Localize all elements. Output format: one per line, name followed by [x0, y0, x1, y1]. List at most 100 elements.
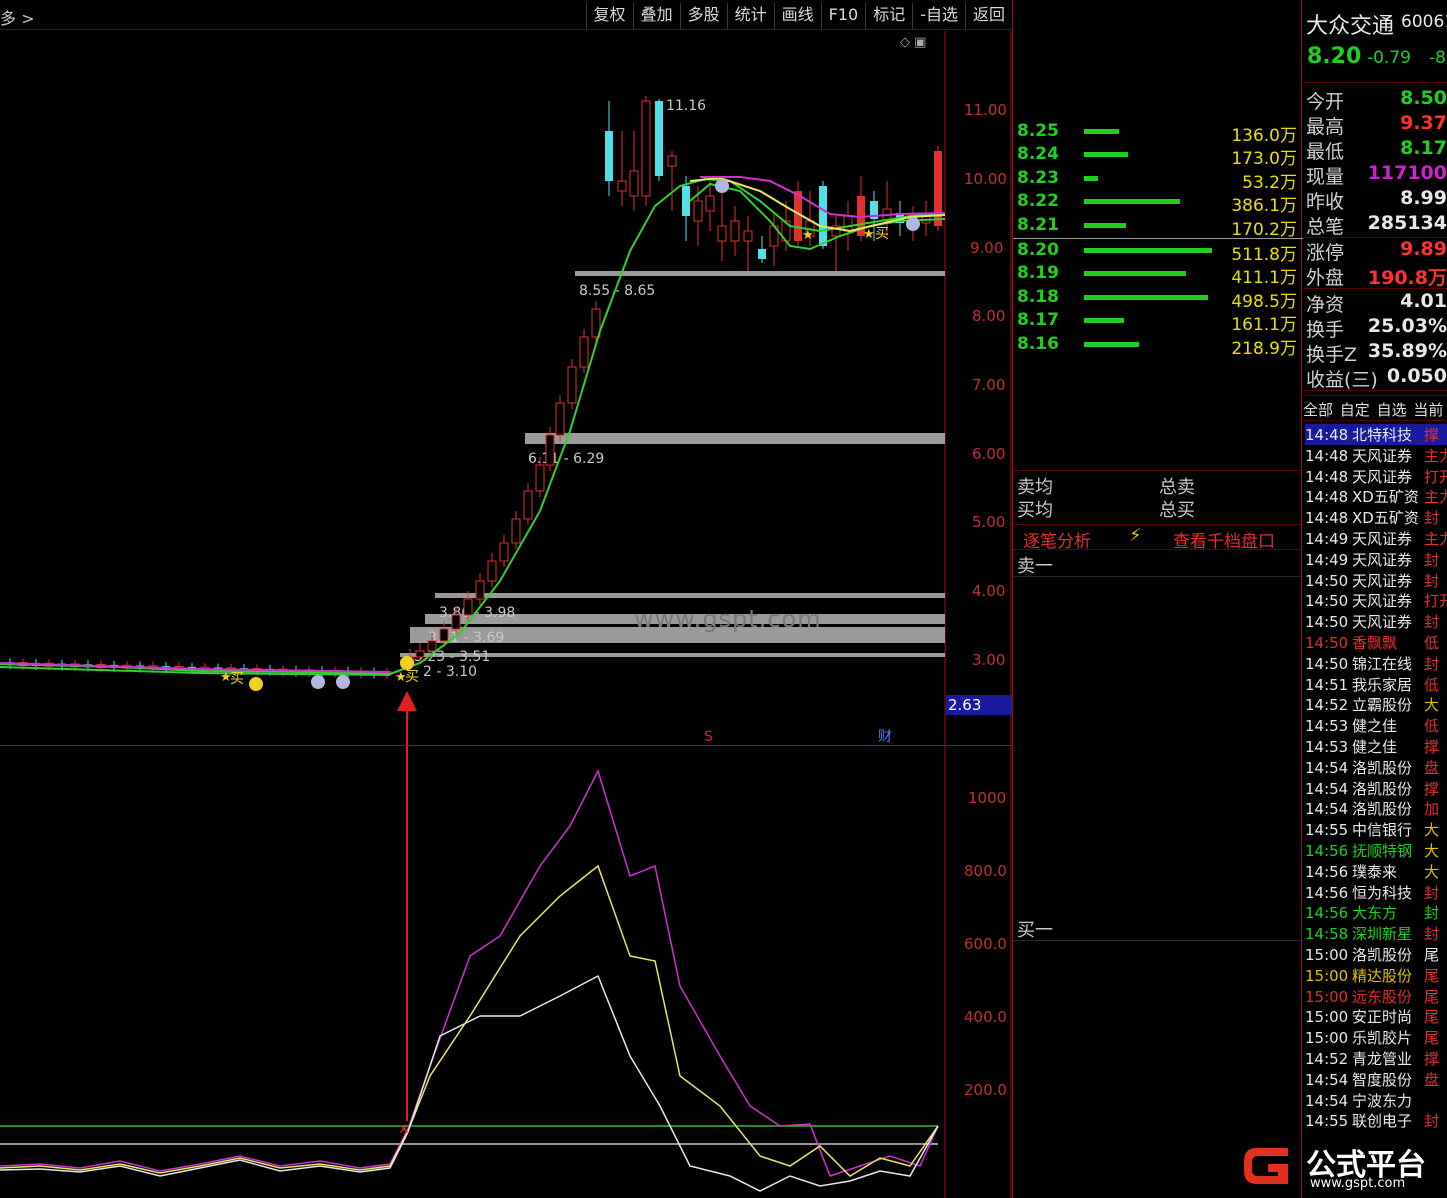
indicator-chart[interactable]: 1000 800.0 600.0 400.0 200.0 ✕	[0, 745, 1012, 1198]
alert-row[interactable]: 14:53 健之佳 低	[1305, 715, 1439, 736]
zone-label: 3.51 - 3.69	[428, 630, 504, 646]
candle-body	[487, 560, 497, 582]
remove-watchlist-button[interactable]: -自选	[912, 3, 965, 29]
bid-row[interactable]: 8.20 511.8万	[1013, 240, 1303, 265]
zone-band	[525, 433, 945, 444]
alert-row[interactable]: 14:55 中信银行大	[1305, 819, 1439, 840]
y-tick: 1000	[968, 789, 1006, 807]
y-tick: 400.0	[964, 1008, 1007, 1026]
alert-row[interactable]: 14:56 抚顺特钢大	[1305, 840, 1439, 861]
alert-row[interactable]: 15:00 乐凯胶片尾	[1305, 1027, 1439, 1048]
back-button[interactable]: 返回	[964, 3, 1012, 29]
alert-row[interactable]: 14:50 香飘飘 低	[1305, 632, 1439, 653]
star-icon: ★	[395, 670, 407, 685]
alert-row[interactable]: 14:54 洛凯股份撑	[1305, 778, 1439, 799]
ask-row[interactable]: 8.24 173.0万	[1013, 144, 1303, 169]
ask-price: 8.25	[1017, 121, 1059, 141]
alert-row[interactable]: 14:48 XD五矿资封	[1305, 507, 1439, 528]
alert-time: 14:54	[1305, 758, 1349, 777]
alert-row[interactable]: 14:56 大东方 封	[1305, 902, 1439, 923]
alert-row[interactable]: 14:54 洛凯股份加	[1305, 798, 1439, 819]
tab-current[interactable]: 当前	[1413, 396, 1443, 420]
quote-row: 换手Z 35.89%	[1303, 340, 1447, 366]
alert-row[interactable]: 14:51 我乐家居低	[1305, 674, 1439, 695]
alert-row[interactable]: 14:58 深圳新星封	[1305, 923, 1439, 944]
bid-row[interactable]: 8.19 411.1万	[1013, 263, 1303, 288]
alert-tag: 封	[1424, 654, 1440, 673]
alert-row[interactable]: 14:52 立霸股份大	[1305, 694, 1439, 715]
alert-stock-name: 立霸股份	[1352, 696, 1413, 715]
quote-value: 0.050	[1386, 365, 1447, 387]
statistics-button[interactable]: 统计	[726, 3, 774, 29]
ask-price: 8.22	[1017, 191, 1059, 211]
alert-stock-name: XD五矿资	[1352, 488, 1419, 507]
alert-row[interactable]: 14:48 XD五矿资 主力	[1305, 486, 1447, 507]
alert-row[interactable]: 14:54 洛凯股份盘	[1305, 757, 1439, 778]
alert-row[interactable]: 14:50 天风证券封	[1305, 611, 1439, 632]
quote-label: 总笔	[1306, 216, 1345, 238]
alert-tag: 尾	[1424, 946, 1440, 964]
alert-tag: 大	[1424, 842, 1440, 860]
alert-row[interactable]: 14:48 北特科技撑	[1305, 424, 1447, 445]
tab-custom[interactable]: 自定	[1340, 396, 1370, 420]
alert-row[interactable]: 14:56 璞泰来 大	[1305, 861, 1439, 882]
multi-stock-button[interactable]: 多股	[679, 3, 727, 29]
tick-analysis-link[interactable]: 逐笔分析	[1023, 527, 1091, 552]
alert-tag: 低	[1424, 634, 1440, 652]
alert-row[interactable]: 14:56 恒为科技封	[1305, 882, 1439, 903]
bid-volume-bar	[1084, 318, 1124, 323]
alert-time: 15:00	[1305, 966, 1349, 985]
alert-row[interactable]: 15:00 洛凯股份尾	[1305, 944, 1439, 965]
stock-name: 大众交通	[1306, 14, 1395, 39]
bid-volume-bar	[1084, 295, 1208, 300]
alert-row[interactable]: 14:48 天风证券 打开	[1305, 466, 1447, 487]
alert-row[interactable]: 14:49 天风证券封	[1305, 549, 1439, 570]
ask-row[interactable]: 8.25 136.0万	[1013, 121, 1303, 146]
average-price-labels: 卖均 买均	[1017, 476, 1053, 522]
alert-row[interactable]: 14:49 天风证券 主力	[1305, 528, 1447, 549]
tab-all[interactable]: 全部	[1303, 396, 1333, 420]
alert-row[interactable]: 14:54 宁波东力	[1305, 1090, 1424, 1111]
alert-row[interactable]: 14:55 联创电子封	[1305, 1110, 1439, 1131]
ask-volume: 170.2万	[1231, 220, 1297, 240]
alert-time: 14:48	[1305, 467, 1349, 486]
overlay-button[interactable]: 叠加	[632, 3, 680, 29]
restore-rights-button[interactable]: 复权	[585, 3, 633, 29]
alert-row[interactable]: 14:53 健之佳 撑	[1305, 736, 1439, 757]
alert-time: 15:00	[1305, 1029, 1349, 1048]
f10-button[interactable]: F10	[820, 3, 866, 29]
alert-time: 14:48	[1305, 446, 1349, 465]
tab-watchlist[interactable]: 自选	[1377, 396, 1407, 420]
bid-row[interactable]: 8.16 218.9万	[1013, 334, 1303, 359]
chart-tool-icons[interactable]: ◇ ▣	[900, 35, 926, 50]
ask-row[interactable]: 8.21 170.2万	[1013, 215, 1303, 240]
star-icon: ★	[802, 228, 814, 243]
ask-row[interactable]: 8.22 386.1万	[1013, 191, 1303, 216]
alert-row[interactable]: 14:54 智度股份盘	[1305, 1069, 1439, 1090]
sell-average-label: 卖均	[1017, 477, 1053, 498]
alert-row[interactable]: 14:50 天风证券 打开	[1305, 590, 1447, 611]
mark-button[interactable]: 标记	[865, 3, 912, 29]
alert-stock-name: 天风证券	[1352, 592, 1413, 611]
alert-time: 14:48	[1305, 488, 1349, 507]
candlestick-chart[interactable]: 8.55 - 8.65 6.11 - 6.29 3.86 - 3.98 3.51…	[0, 31, 1012, 745]
quote-value: 9.89	[1400, 238, 1447, 260]
depth-book-link[interactable]: 查看千档盘口	[1173, 527, 1275, 552]
bid-row[interactable]: 8.18 498.5万	[1013, 287, 1303, 312]
candle-body	[705, 195, 715, 212]
zone-label: 3.86 - 3.98	[439, 605, 515, 621]
alert-row[interactable]: 14:50 天风证券封	[1305, 570, 1439, 591]
bid-row[interactable]: 8.17 161.1万	[1013, 310, 1303, 335]
alert-row[interactable]: 15:00 远东股份尾	[1305, 986, 1439, 1007]
alert-row[interactable]: 14:48 天风证券 主力	[1305, 445, 1447, 466]
brand-logo: 公式平台 www.gspt.com	[1240, 1138, 1447, 1198]
alert-row[interactable]: 15:00 安正时尚尾	[1305, 1006, 1439, 1027]
alert-time: 15:00	[1305, 1008, 1349, 1027]
alert-row[interactable]: 15:00 精达股份尾	[1305, 965, 1439, 986]
ask-row[interactable]: 8.23 53.2万	[1013, 168, 1303, 193]
alert-row[interactable]: 14:50 锦江在线封	[1305, 653, 1439, 674]
alert-stock-name: 安正时尚	[1352, 1008, 1413, 1027]
period-selector[interactable]: 多 >	[0, 5, 35, 29]
draw-line-button[interactable]: 画线	[773, 3, 821, 29]
alert-row[interactable]: 14:52 青龙管业撑	[1305, 1048, 1439, 1069]
